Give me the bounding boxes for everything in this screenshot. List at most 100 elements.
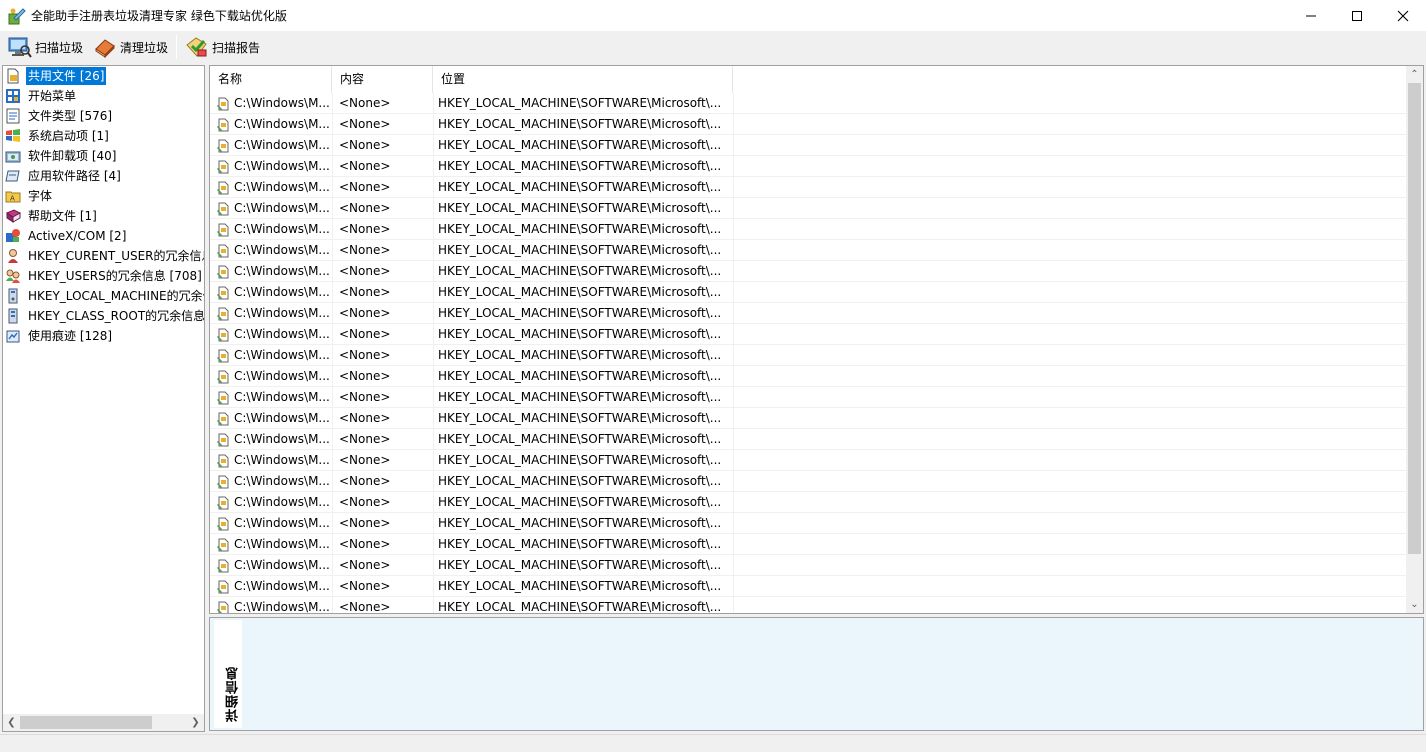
table-row[interactable]: C:\Windows\M... <None> HKEY_LOCAL_MACHINE\… (210, 408, 1406, 429)
cell-content: <None> (339, 516, 391, 530)
scroll-up-icon[interactable]: ⌃ (1406, 66, 1423, 83)
tree-item-hkcr[interactable]: HKEY_CLASS_ROOT的冗余信息 (5, 306, 204, 326)
table-row[interactable]: C:\Windows\M... <None> HKEY_LOCAL_MACHINE\… (210, 387, 1406, 408)
table-row[interactable]: C:\Windows\M... <None> HKEY_LOCAL_MACHINE\… (210, 156, 1406, 177)
cell-content: <None> (339, 474, 391, 488)
table-row[interactable]: C:\Windows\M... <None> HKEY_LOCAL_MACHINE\… (210, 261, 1406, 282)
table-row[interactable]: C:\Windows\M... <None> HKEY_LOCAL_MACHINE\… (210, 450, 1406, 471)
tree-item-label: HKEY_CURENT_USER的冗余信息 (28, 249, 205, 263)
cell-name-text: C:\Windows\M... (234, 285, 330, 299)
scan-report-label: 扫描报告 (212, 40, 261, 55)
tree-item-help-files[interactable]: 帮助文件 [1] (5, 206, 99, 226)
cell-name: C:\Windows\M... (216, 387, 332, 408)
tree-item-traces[interactable]: 使用痕迹 [128] (5, 326, 114, 346)
cell-content: <None> (339, 600, 391, 614)
cell-content: <None> (339, 495, 391, 509)
tree-item-file-types[interactable]: 文件类型 [576] (5, 106, 114, 126)
clean-junk-label: 清理垃圾 (120, 40, 169, 55)
file-icon (217, 433, 229, 446)
scan-junk-button[interactable]: 扫描垃圾 (4, 34, 87, 60)
table-row[interactable]: C:\Windows\M... <None> HKEY_LOCAL_MACHINE\… (210, 492, 1406, 513)
app-window: 全能助手注册表垃圾清理专家 绿色下载站优化版 扫描垃圾 清理垃圾 扫描报告 共用… (0, 0, 1426, 752)
table-row[interactable]: C:\Windows\M... <None> HKEY_LOCAL_MACHINE\… (210, 429, 1406, 450)
cell-location: HKEY_LOCAL_MACHINE\SOFTWARE\Microsoft\..… (438, 264, 722, 278)
table-row[interactable]: C:\Windows\M... <None> HKEY_LOCAL_MACHINE\… (210, 555, 1406, 576)
table-row[interactable]: C:\Windows\M... <None> HKEY_LOCAL_MACHINE\… (210, 597, 1406, 614)
toolbar-separator (176, 35, 178, 59)
tree-item-app-paths[interactable]: 应用软件路径 [4] (5, 166, 123, 186)
cell-location: HKEY_LOCAL_MACHINE\SOFTWARE\Microsoft\..… (438, 390, 722, 404)
cell-content: <None> (339, 327, 391, 341)
tree-item-startup[interactable]: 系统启动项 [1] (5, 126, 111, 146)
tree-item-start-menu[interactable]: 开始菜单 (5, 86, 78, 106)
tree-item-fonts[interactable]: A 字体 (5, 186, 54, 206)
tree-item-activex[interactable]: ActiveX/COM [2] (5, 226, 128, 246)
maximize-icon (1352, 10, 1362, 21)
cell-name-text: C:\Windows\M... (234, 411, 330, 425)
cell-name: C:\Windows\M... (216, 219, 332, 240)
table-row[interactable]: C:\Windows\M... <None> HKEY_LOCAL_MACHINE\… (210, 93, 1406, 114)
maximize-button[interactable] (1334, 0, 1380, 31)
eraser-icon (95, 39, 115, 58)
minimize-icon (1306, 15, 1316, 16)
cell-name: C:\Windows\M... (216, 282, 332, 303)
cell-content: <None> (339, 432, 391, 446)
tree-item-shared-files[interactable]: 共用文件 [26] (5, 66, 107, 86)
cell-name: C:\Windows\M... (216, 198, 332, 219)
list-vertical-scrollbar[interactable]: ⌃ ⌄ (1406, 66, 1423, 613)
table-row[interactable]: C:\Windows\M... <None> HKEY_LOCAL_MACHINE\… (210, 282, 1406, 303)
clean-junk-button[interactable]: 清理垃圾 (89, 34, 172, 60)
file-icon (217, 97, 229, 110)
table-row[interactable]: C:\Windows\M... <None> HKEY_LOCAL_MACHINE\… (210, 114, 1406, 135)
table-row[interactable]: C:\Windows\M... <None> HKEY_LOCAL_MACHINE\… (210, 198, 1406, 219)
column-header-location[interactable]: 位置 (433, 66, 733, 93)
cell-location: HKEY_LOCAL_MACHINE\SOFTWARE\Microsoft\..… (438, 306, 722, 320)
scroll-left-icon[interactable]: ❮ (3, 714, 20, 731)
table-row[interactable]: C:\Windows\M... <None> HKEY_LOCAL_MACHINE\… (210, 345, 1406, 366)
cell-content: <None> (339, 96, 391, 110)
tree-item-hku[interactable]: HKEY_USERS的冗余信息 [708] (5, 266, 204, 286)
cell-location: HKEY_LOCAL_MACHINE\SOFTWARE\Microsoft\..… (438, 243, 722, 257)
table-row[interactable]: C:\Windows\M... <None> HKEY_LOCAL_MACHINE\… (210, 240, 1406, 261)
column-header-name[interactable]: 名称 (210, 66, 332, 93)
tree-item-hklm[interactable]: HKEY_LOCAL_MACHINE的冗余信息 (5, 286, 204, 306)
window-title: 全能助手注册表垃圾清理专家 绿色下载站优化版 (31, 9, 287, 23)
cell-location: HKEY_LOCAL_MACHINE\SOFTWARE\Microsoft\..… (438, 201, 722, 215)
table-row[interactable]: C:\Windows\M... <None> HKEY_LOCAL_MACHINE\… (210, 366, 1406, 387)
table-row[interactable]: C:\Windows\M... <None> HKEY_LOCAL_MACHINE\… (210, 303, 1406, 324)
close-button[interactable] (1380, 0, 1426, 31)
tree-item-uninstall[interactable]: 软件卸载项 [40] (5, 146, 118, 166)
table-row[interactable]: C:\Windows\M... <None> HKEY_LOCAL_MACHINE\… (210, 177, 1406, 198)
column-header-content[interactable]: 内容 (332, 66, 433, 93)
cell-content: <None> (339, 348, 391, 362)
scan-report-button[interactable]: 扫描报告 (181, 34, 264, 60)
results-list: 名称 内容 位置 C:\Windows\M... <None> HKEY_LOCAL… (209, 65, 1424, 614)
table-row[interactable]: C:\Windows\M... <None> HKEY_LOCAL_MACHINE\… (210, 534, 1406, 555)
list-scroll-thumb[interactable] (1408, 83, 1421, 554)
table-row[interactable]: C:\Windows\M... <None> HKEY_LOCAL_MACHINE\… (210, 135, 1406, 156)
tree-item-label: 软件卸载项 [40] (28, 149, 117, 163)
cell-content: <None> (339, 201, 391, 215)
scroll-right-icon[interactable]: ❯ (187, 714, 204, 731)
file-icon (217, 496, 229, 509)
tree-horizontal-scrollbar[interactable]: ❮ ❯ (3, 714, 204, 731)
cell-name-text: C:\Windows\M... (234, 243, 330, 257)
cell-name: C:\Windows\M... (216, 471, 332, 492)
cell-name: C:\Windows\M... (216, 408, 332, 429)
minimize-button[interactable] (1288, 0, 1334, 31)
tree-item-hkcu[interactable]: HKEY_CURENT_USER的冗余信息 (5, 246, 205, 266)
file-icon (217, 370, 229, 383)
file-icon (217, 559, 229, 572)
cell-location: HKEY_LOCAL_MACHINE\SOFTWARE\Microsoft\..… (438, 138, 722, 152)
table-row[interactable]: C:\Windows\M... <None> HKEY_LOCAL_MACHINE\… (210, 576, 1406, 597)
table-row[interactable]: C:\Windows\M... <None> HKEY_LOCAL_MACHINE\… (210, 219, 1406, 240)
detail-tab[interactable]: 详细信息 (214, 620, 242, 728)
file-icon (217, 412, 229, 425)
cell-name-text: C:\Windows\M... (234, 201, 330, 215)
table-row[interactable]: C:\Windows\M... <None> HKEY_LOCAL_MACHINE\… (210, 513, 1406, 534)
table-row[interactable]: C:\Windows\M... <None> HKEY_LOCAL_MACHINE\… (210, 324, 1406, 345)
scroll-down-icon[interactable]: ⌄ (1406, 596, 1423, 613)
tree-scroll-thumb[interactable] (20, 716, 152, 729)
tree-item-label: HKEY_LOCAL_MACHINE的冗余信息 (28, 289, 204, 303)
table-row[interactable]: C:\Windows\M... <None> HKEY_LOCAL_MACHINE\… (210, 471, 1406, 492)
